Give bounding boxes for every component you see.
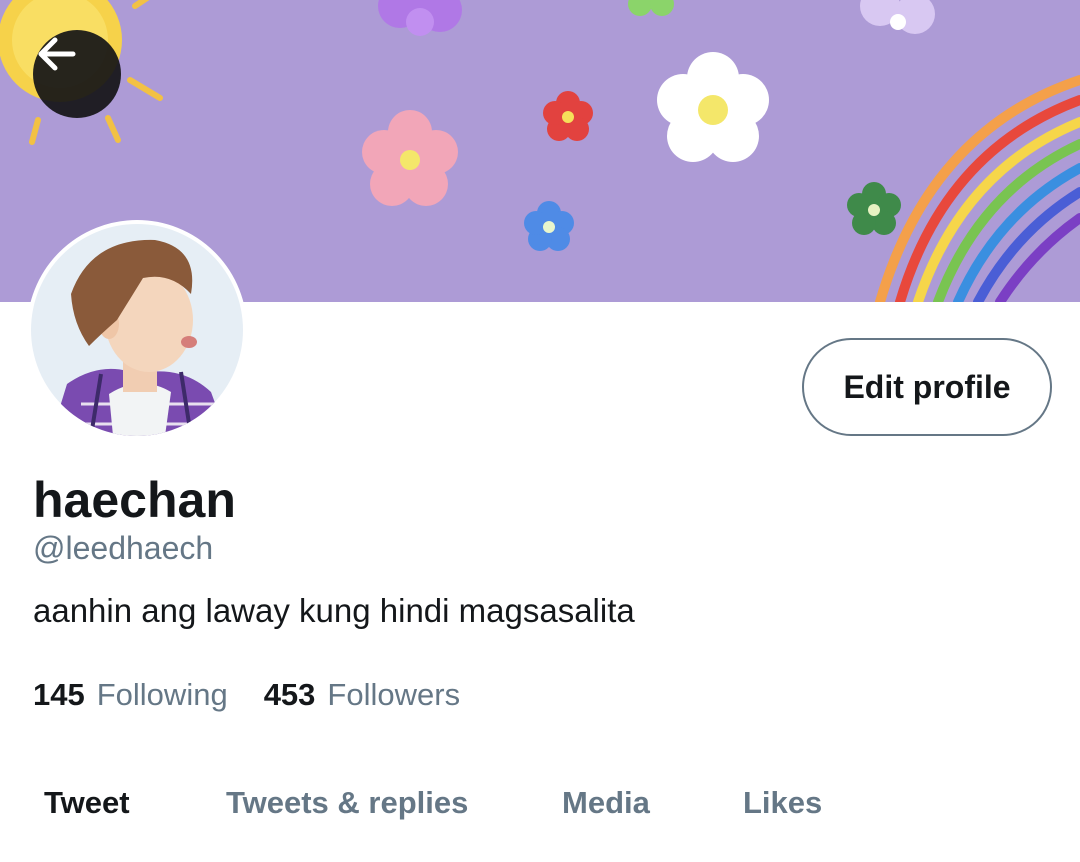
rainbow-drawing [875,75,1080,302]
following-label: Following [96,677,228,712]
flower-top-lilac [860,0,935,34]
user-handle: @leedhaech [33,530,214,566]
flower-green [847,182,901,235]
tab-likes[interactable]: Likes [743,780,822,826]
flower-top-purple [378,0,462,36]
follow-stats: 145 Following 453 Followers [33,674,460,716]
flower-pink [362,110,458,206]
flower-white [657,52,769,162]
display-name: haechan [33,472,236,528]
tab-tweet[interactable]: Tweet [44,780,130,826]
avatar-photo [31,224,243,436]
edit-profile-button[interactable]: Edit profile [802,338,1052,436]
followers-link[interactable]: 453 Followers [264,674,460,716]
following-link[interactable]: 145 Following [33,674,228,716]
arrow-left-icon [38,37,76,71]
followers-count: 453 [263,677,316,712]
flower-blue [524,201,574,251]
flower-red [543,91,593,141]
followers-label: Followers [327,677,461,712]
following-count: 145 [33,677,85,712]
back-button[interactable] [33,30,121,118]
tab-tweets-replies[interactable]: Tweets & replies [226,780,468,826]
edit-profile-label: Edit profile [843,368,1011,405]
profile-tabs: Tweet Tweets & replies Media Likes [0,780,1080,830]
avatar[interactable] [27,220,247,440]
tab-media[interactable]: Media [562,780,650,826]
flower-top-green [628,0,674,16]
profile-bio: aanhin ang laway kung hindi magsasalita [33,592,635,629]
